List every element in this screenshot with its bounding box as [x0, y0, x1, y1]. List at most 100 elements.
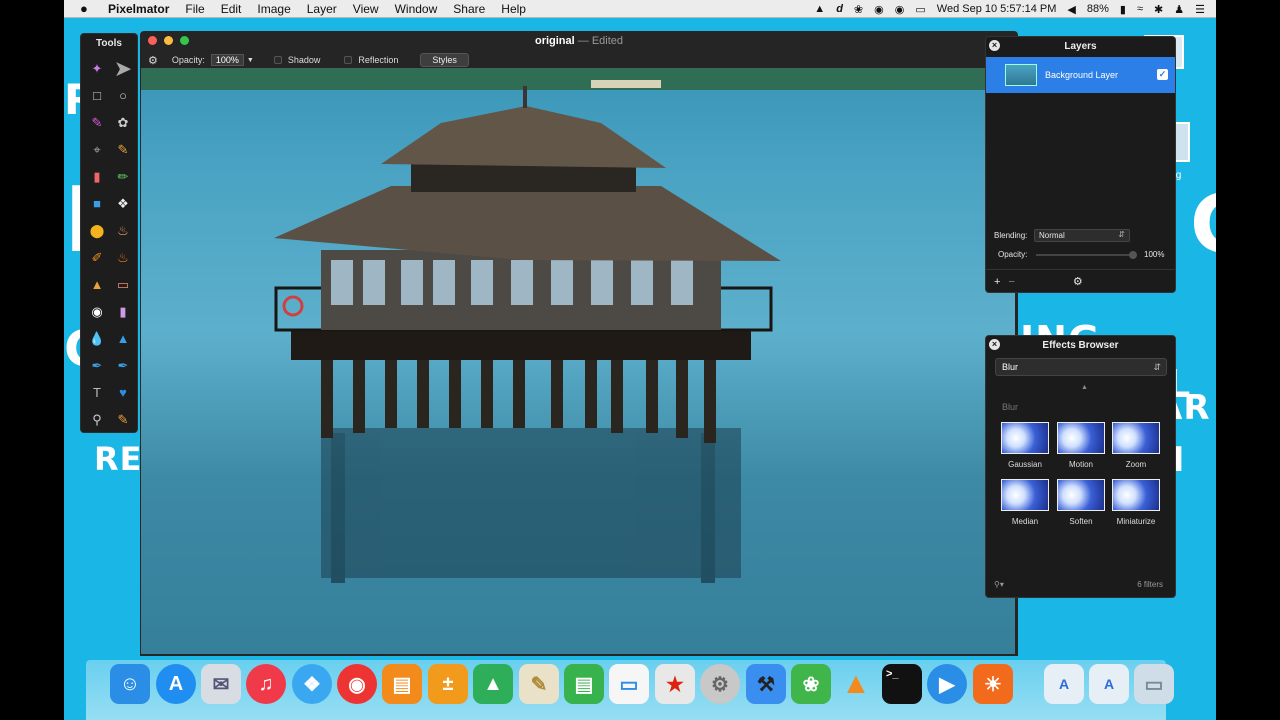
- reflection-checkbox[interactable]: [344, 56, 353, 64]
- battery-icon[interactable]: ▮: [1120, 3, 1126, 16]
- pages-icon[interactable]: ✎: [519, 664, 559, 704]
- terminal-icon[interactable]: >_: [882, 664, 922, 704]
- effects-category-select[interactable]: Blur ⇵: [995, 358, 1167, 376]
- image-canvas[interactable]: [141, 68, 1015, 654]
- wifi-icon[interactable]: ≈: [1137, 3, 1143, 15]
- user-icon[interactable]: ♟: [1174, 3, 1184, 16]
- pencil-tool-icon[interactable]: ✏: [110, 163, 136, 190]
- move-tool-icon[interactable]: ➤: [110, 55, 136, 82]
- effect-miniaturize[interactable]: Miniaturize: [1111, 479, 1161, 526]
- google-drive-icon[interactable]: ▲: [473, 664, 513, 704]
- clone-stamp-tool-icon[interactable]: ♨: [110, 217, 136, 244]
- color-picker-tool-icon[interactable]: ✎: [110, 406, 136, 433]
- menu-layer[interactable]: Layer: [307, 2, 337, 16]
- trash-icon[interactable]: ▭: [1134, 664, 1174, 704]
- keynote-icon[interactable]: ▭: [609, 664, 649, 704]
- ellipse-shape-tool-icon[interactable]: ⬤: [84, 217, 110, 244]
- opacity-field[interactable]: 100%: [210, 54, 244, 66]
- bandage-tool-icon[interactable]: ▭: [110, 271, 136, 298]
- opacity-slider-knob[interactable]: [1129, 250, 1137, 259]
- lasso-tool-icon[interactable]: ✿: [110, 109, 136, 136]
- type-tool-icon[interactable]: T: [84, 379, 110, 406]
- menu-help[interactable]: Help: [501, 2, 526, 16]
- menu-file[interactable]: File: [185, 2, 204, 16]
- menu-view[interactable]: View: [353, 2, 379, 16]
- document-stack-icon[interactable]: A: [1044, 664, 1084, 704]
- opacity-slider[interactable]: [1036, 250, 1137, 259]
- vlc-icon[interactable]: ▲: [836, 664, 876, 704]
- styles-button[interactable]: Styles: [420, 53, 469, 67]
- menu-image[interactable]: Image: [257, 2, 290, 16]
- photo-booth-icon[interactable]: ★: [655, 664, 695, 704]
- search-icon[interactable]: ⚲▾: [994, 580, 1004, 589]
- type-mask-tool-icon[interactable]: ❖: [110, 190, 136, 217]
- app-store-icon[interactable]: A: [156, 664, 196, 704]
- opacity-dropdown-icon[interactable]: ▼: [247, 57, 254, 64]
- paint-brush-tool-icon[interactable]: ✐: [84, 244, 110, 271]
- apple-menu-icon[interactable]: ●: [80, 1, 94, 16]
- quick-select-tool-icon[interactable]: ✎: [84, 109, 110, 136]
- effect-gaussian[interactable]: Gaussian: [1000, 422, 1050, 469]
- effect-motion[interactable]: Motion: [1056, 422, 1106, 469]
- freeform-pen-tool-icon[interactable]: ✒: [110, 352, 136, 379]
- layer-row[interactable]: Background Layer ✓: [986, 57, 1175, 93]
- xcode-icon[interactable]: ⚒: [746, 664, 786, 704]
- eyedropper-tool-icon[interactable]: ✎: [110, 136, 136, 163]
- magic-wand-tool-icon[interactable]: ✦: [84, 55, 110, 82]
- shadow-checkbox[interactable]: [273, 56, 282, 64]
- close-panel-icon[interactable]: ×: [989, 339, 1000, 350]
- blending-select[interactable]: Normal ⇵: [1034, 229, 1130, 242]
- custom-shape-tool-icon[interactable]: ♥: [110, 379, 136, 406]
- drive-icon[interactable]: ▲: [814, 3, 825, 15]
- finder-icon[interactable]: ☺: [110, 664, 150, 704]
- volume-icon[interactable]: ◀: [1067, 3, 1075, 16]
- ibooks-icon[interactable]: ▤: [382, 664, 422, 704]
- layer-visibility-checkbox[interactable]: ✓: [1157, 69, 1168, 80]
- clock[interactable]: Wed Sep 10 5:57:14 PM: [937, 3, 1057, 15]
- safari-icon[interactable]: ❖: [292, 664, 332, 704]
- iphoto-icon[interactable]: ☀: [973, 664, 1013, 704]
- numbers-icon[interactable]: ▤: [564, 664, 604, 704]
- pen-tool-icon[interactable]: ✒: [84, 352, 110, 379]
- rect-select-tool-icon[interactable]: □: [84, 82, 110, 109]
- crop-tool-icon[interactable]: ⌖: [84, 136, 110, 163]
- evernote-dock-icon[interactable]: ❀: [791, 664, 831, 704]
- calculator-icon[interactable]: ±: [428, 664, 468, 704]
- red-eye-tool-icon[interactable]: ◉: [84, 298, 110, 325]
- sponge-tool-icon[interactable]: ▮: [110, 298, 136, 325]
- system-preferences-icon[interactable]: ⚙: [700, 664, 740, 704]
- bluetooth-icon[interactable]: ✱: [1154, 3, 1163, 16]
- airplay-icon[interactable]: ▭: [915, 3, 925, 16]
- shape-tool-icon[interactable]: ■: [84, 190, 110, 217]
- app-menu[interactable]: Pixelmator: [108, 2, 169, 16]
- gear-icon[interactable]: ⚙: [148, 54, 158, 67]
- zoom-tool-icon[interactable]: ⚲: [84, 406, 110, 433]
- sharpen-tool-icon[interactable]: ▲: [110, 325, 136, 352]
- burn-tool-icon[interactable]: ♨: [110, 244, 136, 271]
- dashlane-icon[interactable]: d: [836, 3, 843, 15]
- close-panel-icon[interactable]: ×: [989, 40, 1000, 51]
- remove-layer-icon[interactable]: −: [1008, 276, 1014, 288]
- mail-icon[interactable]: ✉: [201, 664, 241, 704]
- evernote-icon[interactable]: ❀: [854, 3, 863, 16]
- effect-median[interactable]: Median: [1000, 479, 1050, 526]
- effect-zoom[interactable]: Zoom: [1111, 422, 1161, 469]
- add-layer-icon[interactable]: +: [994, 276, 1000, 288]
- battery-percent[interactable]: 88%: [1087, 3, 1109, 15]
- layer-settings-gear-icon[interactable]: ⚙: [1073, 275, 1083, 288]
- menu-share[interactable]: Share: [453, 2, 485, 16]
- chrome-icon[interactable]: ◉: [337, 664, 377, 704]
- menu-edit[interactable]: Edit: [221, 2, 242, 16]
- eraser-tool-icon[interactable]: ▮: [84, 163, 110, 190]
- record-icon[interactable]: ◉: [895, 3, 905, 16]
- stamp-tool-icon[interactable]: ▲: [84, 271, 110, 298]
- gamepad-icon[interactable]: ◉: [874, 3, 884, 16]
- blur-tool-icon[interactable]: 💧: [84, 325, 110, 352]
- resize-handle-icon[interactable]: ▲: [1081, 384, 1088, 391]
- document-stack-icon[interactable]: A: [1089, 664, 1129, 704]
- quicktime-icon[interactable]: ▶: [927, 664, 967, 704]
- effect-soften[interactable]: Soften: [1056, 479, 1106, 526]
- menu-window[interactable]: Window: [395, 2, 438, 16]
- ellipse-select-tool-icon[interactable]: ○: [110, 82, 136, 109]
- itunes-icon[interactable]: ♫: [246, 664, 286, 704]
